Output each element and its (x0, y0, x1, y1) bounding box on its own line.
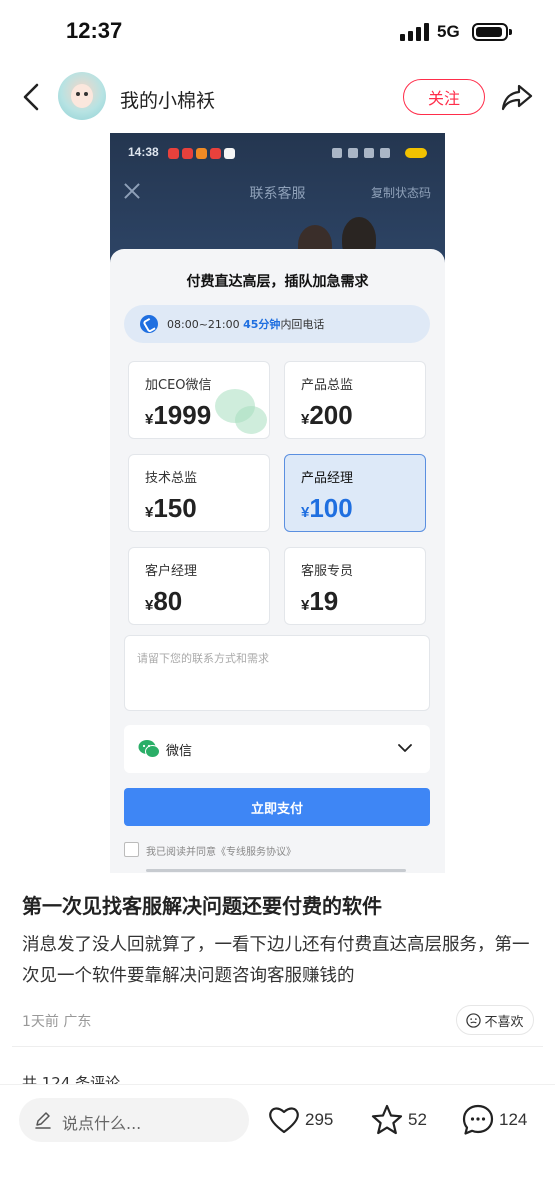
battery-icon (472, 23, 512, 41)
divider (12, 1046, 543, 1047)
wechat-icon (215, 389, 267, 434)
username[interactable]: 我的小棉袄 (120, 86, 215, 113)
home-indicator (146, 869, 406, 872)
post-image[interactable]: 14:38 联系客服 复制状态码 付费直达高层，插队加急需求 08:00~21:… (110, 133, 445, 873)
chevron-down-icon (398, 744, 412, 752)
hotline-suffix: 内回电话 (280, 318, 325, 331)
favorite-count: 52 (408, 1110, 427, 1129)
option-title: 客服专员 (301, 564, 354, 579)
post-title: 第一次见找客服解决问题还要付费的软件 (22, 894, 382, 918)
hotline-banner: 08:00~21:00 45分钟内回电话 (124, 305, 430, 343)
option-title: 客户经理 (145, 564, 198, 579)
smile-icon (466, 1012, 482, 1028)
bottom-action-bar: 说点什么... 295 52 124 (0, 1084, 555, 1200)
dislike-label: 不喜欢 (484, 1014, 524, 1030)
option-title: 产品经理 (301, 471, 354, 486)
hotline-minutes: 45分钟 (243, 318, 281, 331)
option-card-account-manager: 客户经理 ¥80 (128, 547, 270, 625)
share-icon[interactable] (500, 82, 534, 112)
avatar[interactable] (58, 72, 106, 120)
wechat-icon (138, 740, 160, 758)
price-value: 1999 (153, 400, 212, 430)
option-price: ¥80 (145, 586, 182, 617)
option-title: 加CEO微信 (145, 378, 212, 393)
comments-header: 共 124 条评论 (22, 1074, 121, 1084)
follow-button[interactable]: 关注 (403, 79, 485, 115)
contact-input: 请留下您的联系方式和需求 (124, 635, 430, 711)
comment-button[interactable]: 124 (461, 1100, 527, 1140)
option-card-support-agent: 客服专员 ¥19 (284, 547, 426, 625)
post-header: 我的小棉袄 关注 (0, 62, 555, 132)
dislike-button[interactable]: 不喜欢 (456, 1005, 534, 1035)
app-icon (196, 148, 207, 159)
option-price: ¥1999 (145, 400, 211, 431)
image-status-icons (332, 146, 427, 160)
app-icon (182, 148, 193, 159)
star-icon (371, 1104, 403, 1135)
heart-icon (269, 1107, 299, 1134)
status-time: 12:37 (66, 18, 123, 43)
status-bar: 12:37 5G (0, 0, 555, 62)
like-button[interactable]: 295 (267, 1100, 333, 1140)
image-top-area: 14:38 联系客服 复制状态码 (110, 133, 445, 265)
option-card-product-manager: 产品经理 ¥100 (284, 454, 426, 532)
post-meta: 1天前 广东 (22, 1014, 92, 1030)
favorite-button[interactable]: 52 (370, 1100, 427, 1140)
price-value: 100 (309, 493, 353, 523)
option-card-product-director: 产品总监 ¥200 (284, 361, 426, 439)
option-card-ceo: 加CEO微信 ¥1999 (128, 361, 270, 439)
image-status-bar: 14:38 (110, 143, 445, 163)
option-price: ¥100 (301, 493, 353, 524)
network-type: 5G (437, 22, 460, 41)
phone-icon (140, 315, 158, 333)
app-icon (210, 148, 221, 159)
payment-method-select: 微信 (124, 725, 430, 773)
payment-method-label: 微信 (166, 744, 193, 759)
comment-input[interactable]: 说点什么... (19, 1098, 249, 1142)
option-price: ¥150 (145, 493, 197, 524)
like-count: 295 (305, 1110, 334, 1129)
option-price: ¥200 (301, 400, 353, 431)
payment-sheet: 付费直达高层，插队加急需求 08:00~21:00 45分钟内回电话 加CEO微… (110, 249, 445, 873)
image-status-time: 14:38 (128, 145, 159, 159)
app-icon (168, 148, 179, 159)
contact-placeholder: 请留下您的联系方式和需求 (137, 652, 269, 665)
comment-placeholder: 说点什么... (62, 1114, 142, 1133)
app-icon (224, 148, 235, 159)
option-title: 技术总监 (145, 471, 198, 486)
option-price: ¥19 (301, 586, 338, 617)
hotline-text: 08:00~21:00 45分钟内回电话 (167, 316, 324, 332)
hotline-hours: 08:00~21:00 (167, 318, 240, 331)
sheet-title: 付费直达高层，插队加急需求 (186, 274, 369, 290)
price-value: 200 (309, 400, 353, 430)
option-title: 产品总监 (301, 378, 354, 393)
price-value: 19 (309, 586, 339, 616)
agreement-checkbox (124, 842, 139, 857)
price-value: 80 (153, 586, 183, 616)
comment-icon (462, 1104, 494, 1135)
agreement-text: 我已阅读并同意《专线服务协议》 (146, 847, 296, 858)
pay-now-button: 立即支付 (124, 788, 430, 826)
image-nav-action: 复制状态码 (370, 186, 431, 200)
back-icon[interactable] (20, 82, 44, 112)
option-card-tech-director: 技术总监 ¥150 (128, 454, 270, 532)
signal-icon (400, 23, 430, 41)
comment-count: 124 (499, 1110, 528, 1129)
pen-icon (35, 1112, 51, 1129)
price-value: 150 (153, 493, 197, 523)
post-body: 消息发了没人回就算了，一看下边儿还有付费直达高层服务，第一次见一个软件要靠解决问… (22, 935, 530, 986)
